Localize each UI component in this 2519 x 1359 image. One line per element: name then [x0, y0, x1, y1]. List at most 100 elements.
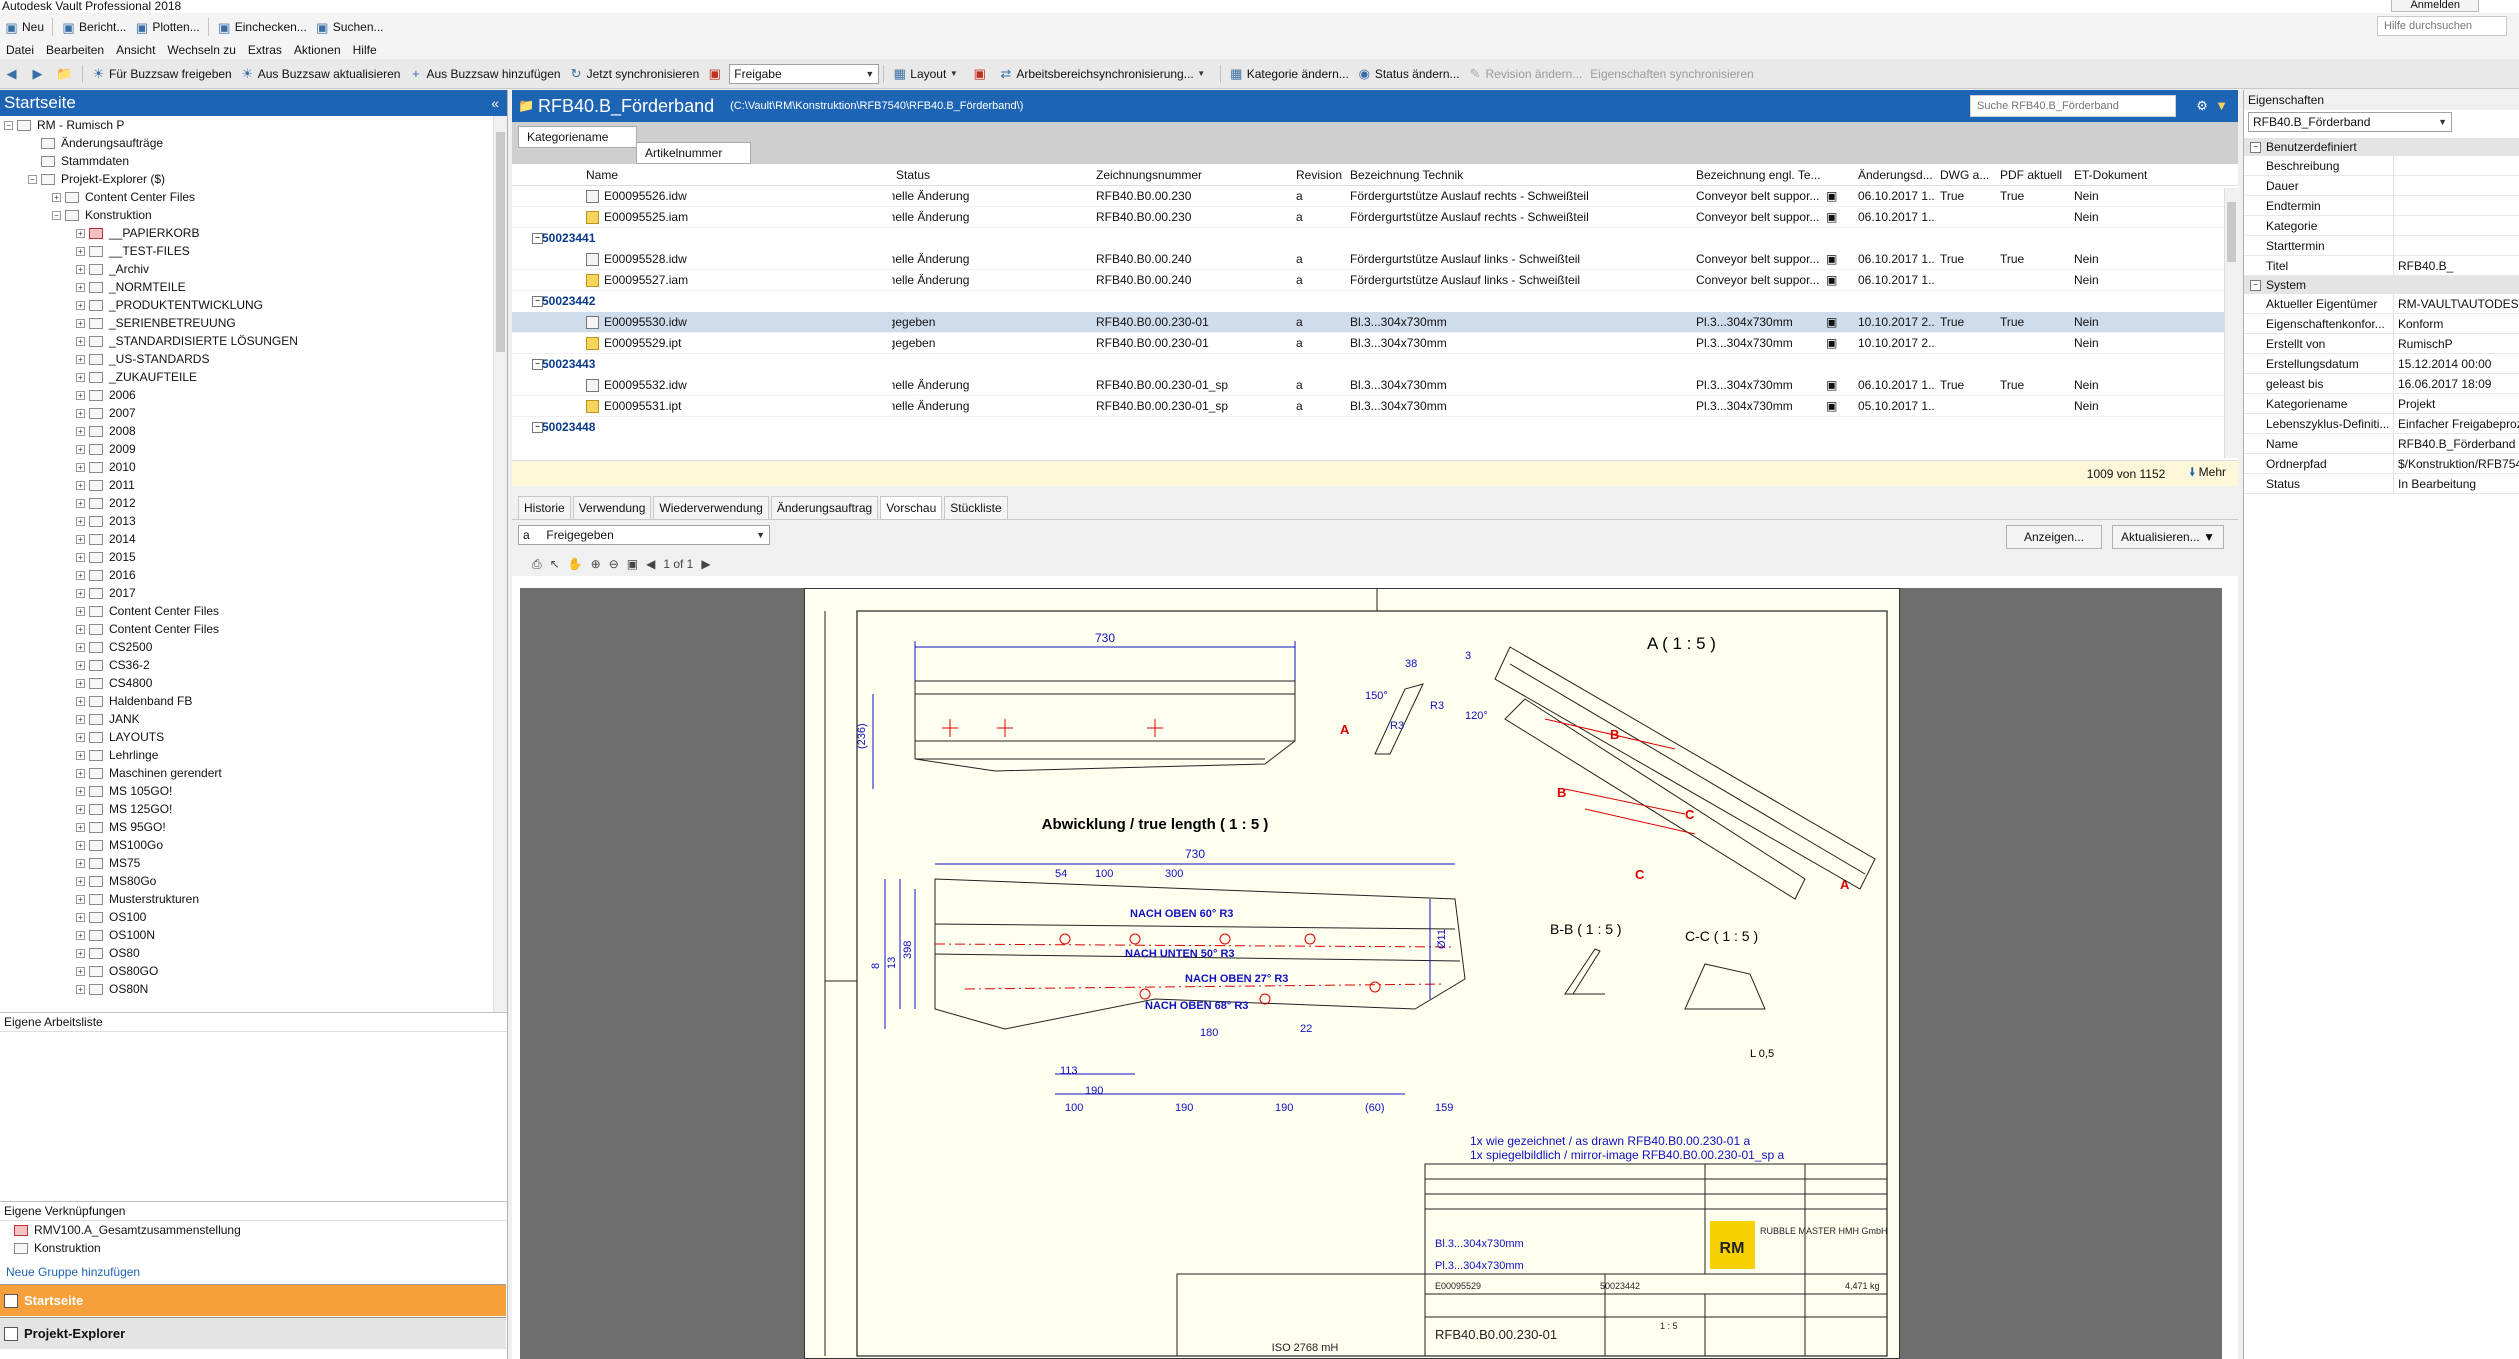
column-header[interactable]: Zeichnungsnummer	[1092, 168, 1292, 182]
page-next-icon[interactable]: ▶	[701, 557, 710, 571]
expand-icon[interactable]: +	[76, 624, 85, 634]
back-button[interactable]: ◀	[0, 63, 26, 85]
show-button[interactable]: Anzeigen...	[2006, 525, 2102, 549]
buzzsaw-update-button[interactable]: ☀ Aus Buzzsaw aktualisieren	[236, 63, 405, 85]
tree-item[interactable]: + MS 95GO!	[0, 818, 507, 836]
detail-tab[interactable]: Verwendung	[572, 496, 652, 519]
tree-item[interactable]: − Konstruktion	[0, 206, 507, 224]
property-row[interactable]: Kategorie	[2244, 216, 2519, 236]
tree-item[interactable]: + OS80GO	[0, 962, 507, 980]
tree-item[interactable]: +2011	[0, 476, 507, 494]
expand-icon[interactable]: +	[76, 588, 85, 598]
tree-item[interactable]: + OS100N	[0, 926, 507, 944]
expand-icon[interactable]: +	[76, 354, 85, 364]
tree-item[interactable]: + MS100Go	[0, 836, 507, 854]
menu-item[interactable]: Datei	[0, 43, 40, 57]
print-icon[interactable]: ⎙	[532, 557, 542, 572]
tree-item[interactable]: + _NORMTEILE	[0, 278, 507, 296]
tree-item[interactable]: + _US-STANDARDS	[0, 350, 507, 368]
expand-icon[interactable]: +	[76, 840, 85, 850]
menu-item[interactable]: Bearbeiten	[40, 43, 110, 57]
table-row[interactable]: E00095526.idw Schnelle Änderung RFB40.B0.0…	[512, 186, 2238, 207]
tree-item[interactable]: − RM - Rumisch P	[0, 116, 507, 134]
expand-icon[interactable]: +	[76, 264, 85, 274]
workspace-sync-button[interactable]: ⇄ Arbeitsbereichsynchronisierung... ▼	[994, 63, 1215, 85]
tree-item[interactable]: +2009	[0, 440, 507, 458]
detail-tab[interactable]: Vorschau	[880, 496, 943, 519]
expand-icon[interactable]: +	[76, 894, 85, 904]
tree-item[interactable]: + MS80Go	[0, 872, 507, 890]
property-row[interactable]: Erstellungsdatum 15.12.2014 00:00	[2244, 354, 2519, 374]
expand-icon[interactable]: +	[76, 336, 85, 346]
collapse-icon[interactable]: −	[4, 120, 13, 130]
section-system[interactable]: System	[2244, 276, 2519, 294]
expand-icon[interactable]: +	[76, 390, 85, 400]
expand-icon[interactable]: +	[76, 570, 85, 580]
expand-icon[interactable]: +	[76, 534, 85, 544]
tree-item[interactable]: Änderungsaufträge	[0, 134, 507, 152]
column-header[interactable]: Änderungsd...	[1854, 168, 1936, 182]
expand-icon[interactable]: +	[76, 408, 85, 418]
column-header[interactable]: ET-Dokument	[2070, 168, 2180, 182]
menu-item[interactable]: Ansicht	[110, 43, 161, 57]
properties-object-select[interactable]: RFB40.B_Förderband ▼	[2248, 112, 2452, 132]
expand-icon[interactable]: +	[76, 606, 85, 616]
property-row[interactable]: Lebenszyklus-Definiti... Einfacher Freiga…	[2244, 414, 2519, 434]
expand-icon[interactable]: +	[76, 930, 85, 940]
expand-icon[interactable]: +	[76, 696, 85, 706]
table-row[interactable]: E00095531.ipt Schnelle Änderung RFB40.B0.0…	[512, 396, 2238, 417]
sync-now-button[interactable]: ↻ Jetzt synchronisieren	[565, 63, 704, 85]
toolbar-button[interactable]: ▣ Bericht...	[57, 16, 130, 38]
tree-item[interactable]: + Musterstrukturen	[0, 890, 507, 908]
expand-icon[interactable]: +	[76, 444, 85, 454]
expand-icon[interactable]: +	[76, 876, 85, 886]
tree-item[interactable]: + __TEST-FILES	[0, 242, 507, 260]
expand-icon[interactable]: +	[76, 732, 85, 742]
layout-button[interactable]: ▦ Layout ▼	[888, 63, 968, 85]
property-row[interactable]: Endtermin	[2244, 196, 2519, 216]
toolbar-button[interactable]: ▣ Plotten...	[130, 16, 203, 38]
tree-item[interactable]: + LAYOUTS	[0, 728, 507, 746]
filter-icon[interactable]: ▼	[2215, 98, 2228, 113]
tree-item[interactable]: + _Archiv	[0, 260, 507, 278]
expand-icon[interactable]: +	[76, 660, 85, 670]
zoom-fit-icon[interactable]: ▣	[627, 557, 638, 571]
column-header[interactable]: Status	[892, 168, 1092, 182]
property-row[interactable]: Dauer	[2244, 176, 2519, 196]
change-status-button[interactable]: ◉ Status ändern...	[1353, 63, 1464, 85]
detail-tab[interactable]: Wiederverwendung	[653, 496, 769, 519]
nav-home-button[interactable]: Startseite	[0, 1284, 506, 1316]
tree-item[interactable]: + MS 125GO!	[0, 800, 507, 818]
tree-item[interactable]: + Haldenband FB	[0, 692, 507, 710]
scrollbar-thumb[interactable]	[496, 132, 505, 352]
tree-scrollbar[interactable]	[493, 116, 507, 1012]
collapse-pane-icon[interactable]: «	[491, 90, 499, 116]
tree-item[interactable]: + Content Center Files	[0, 602, 507, 620]
expand-icon[interactable]: +	[76, 282, 85, 292]
expand-icon[interactable]: +	[76, 984, 85, 994]
detail-tab[interactable]: Änderungsauftrag	[770, 496, 879, 519]
tree-item[interactable]: + CS36-2	[0, 656, 507, 674]
property-row[interactable]: Kategoriename Projekt	[2244, 394, 2519, 414]
expand-icon[interactable]: +	[76, 858, 85, 868]
property-row[interactable]: geleast bis 16.06.2017 18:09	[2244, 374, 2519, 394]
tree-item[interactable]: +2013	[0, 512, 507, 530]
tree-item[interactable]: + OS80N	[0, 980, 507, 998]
tree-item[interactable]: + JANK	[0, 710, 507, 728]
sync-properties-button[interactable]: Eigenschaften synchronisieren	[1586, 63, 1757, 85]
property-row[interactable]: Eigenschaftenkonfor... Konform	[2244, 314, 2519, 334]
property-row[interactable]: Name RFB40.B_Förderband	[2244, 434, 2519, 454]
property-row[interactable]: Titel RFB40.B_	[2244, 256, 2519, 276]
expand-icon[interactable]: +	[76, 714, 85, 724]
table-row[interactable]: E00095532.idw Schnelle Änderung RFB40.B0.0…	[512, 375, 2238, 396]
detail-tab[interactable]: Stückliste	[944, 496, 1008, 519]
group-chip-category[interactable]: Kategoriename	[518, 126, 638, 148]
property-row[interactable]: Starttermin	[2244, 236, 2519, 256]
expand-icon[interactable]: +	[76, 966, 85, 976]
sign-in-button[interactable]: Anmelden	[2391, 0, 2479, 12]
tree-item[interactable]: +2017	[0, 584, 507, 602]
menu-item[interactable]: Extras	[242, 43, 288, 57]
zoom-out-icon[interactable]: ⊖	[609, 557, 619, 571]
update-button[interactable]: Aktualisieren... ▼	[2112, 525, 2224, 549]
tree-item[interactable]: +2007	[0, 404, 507, 422]
